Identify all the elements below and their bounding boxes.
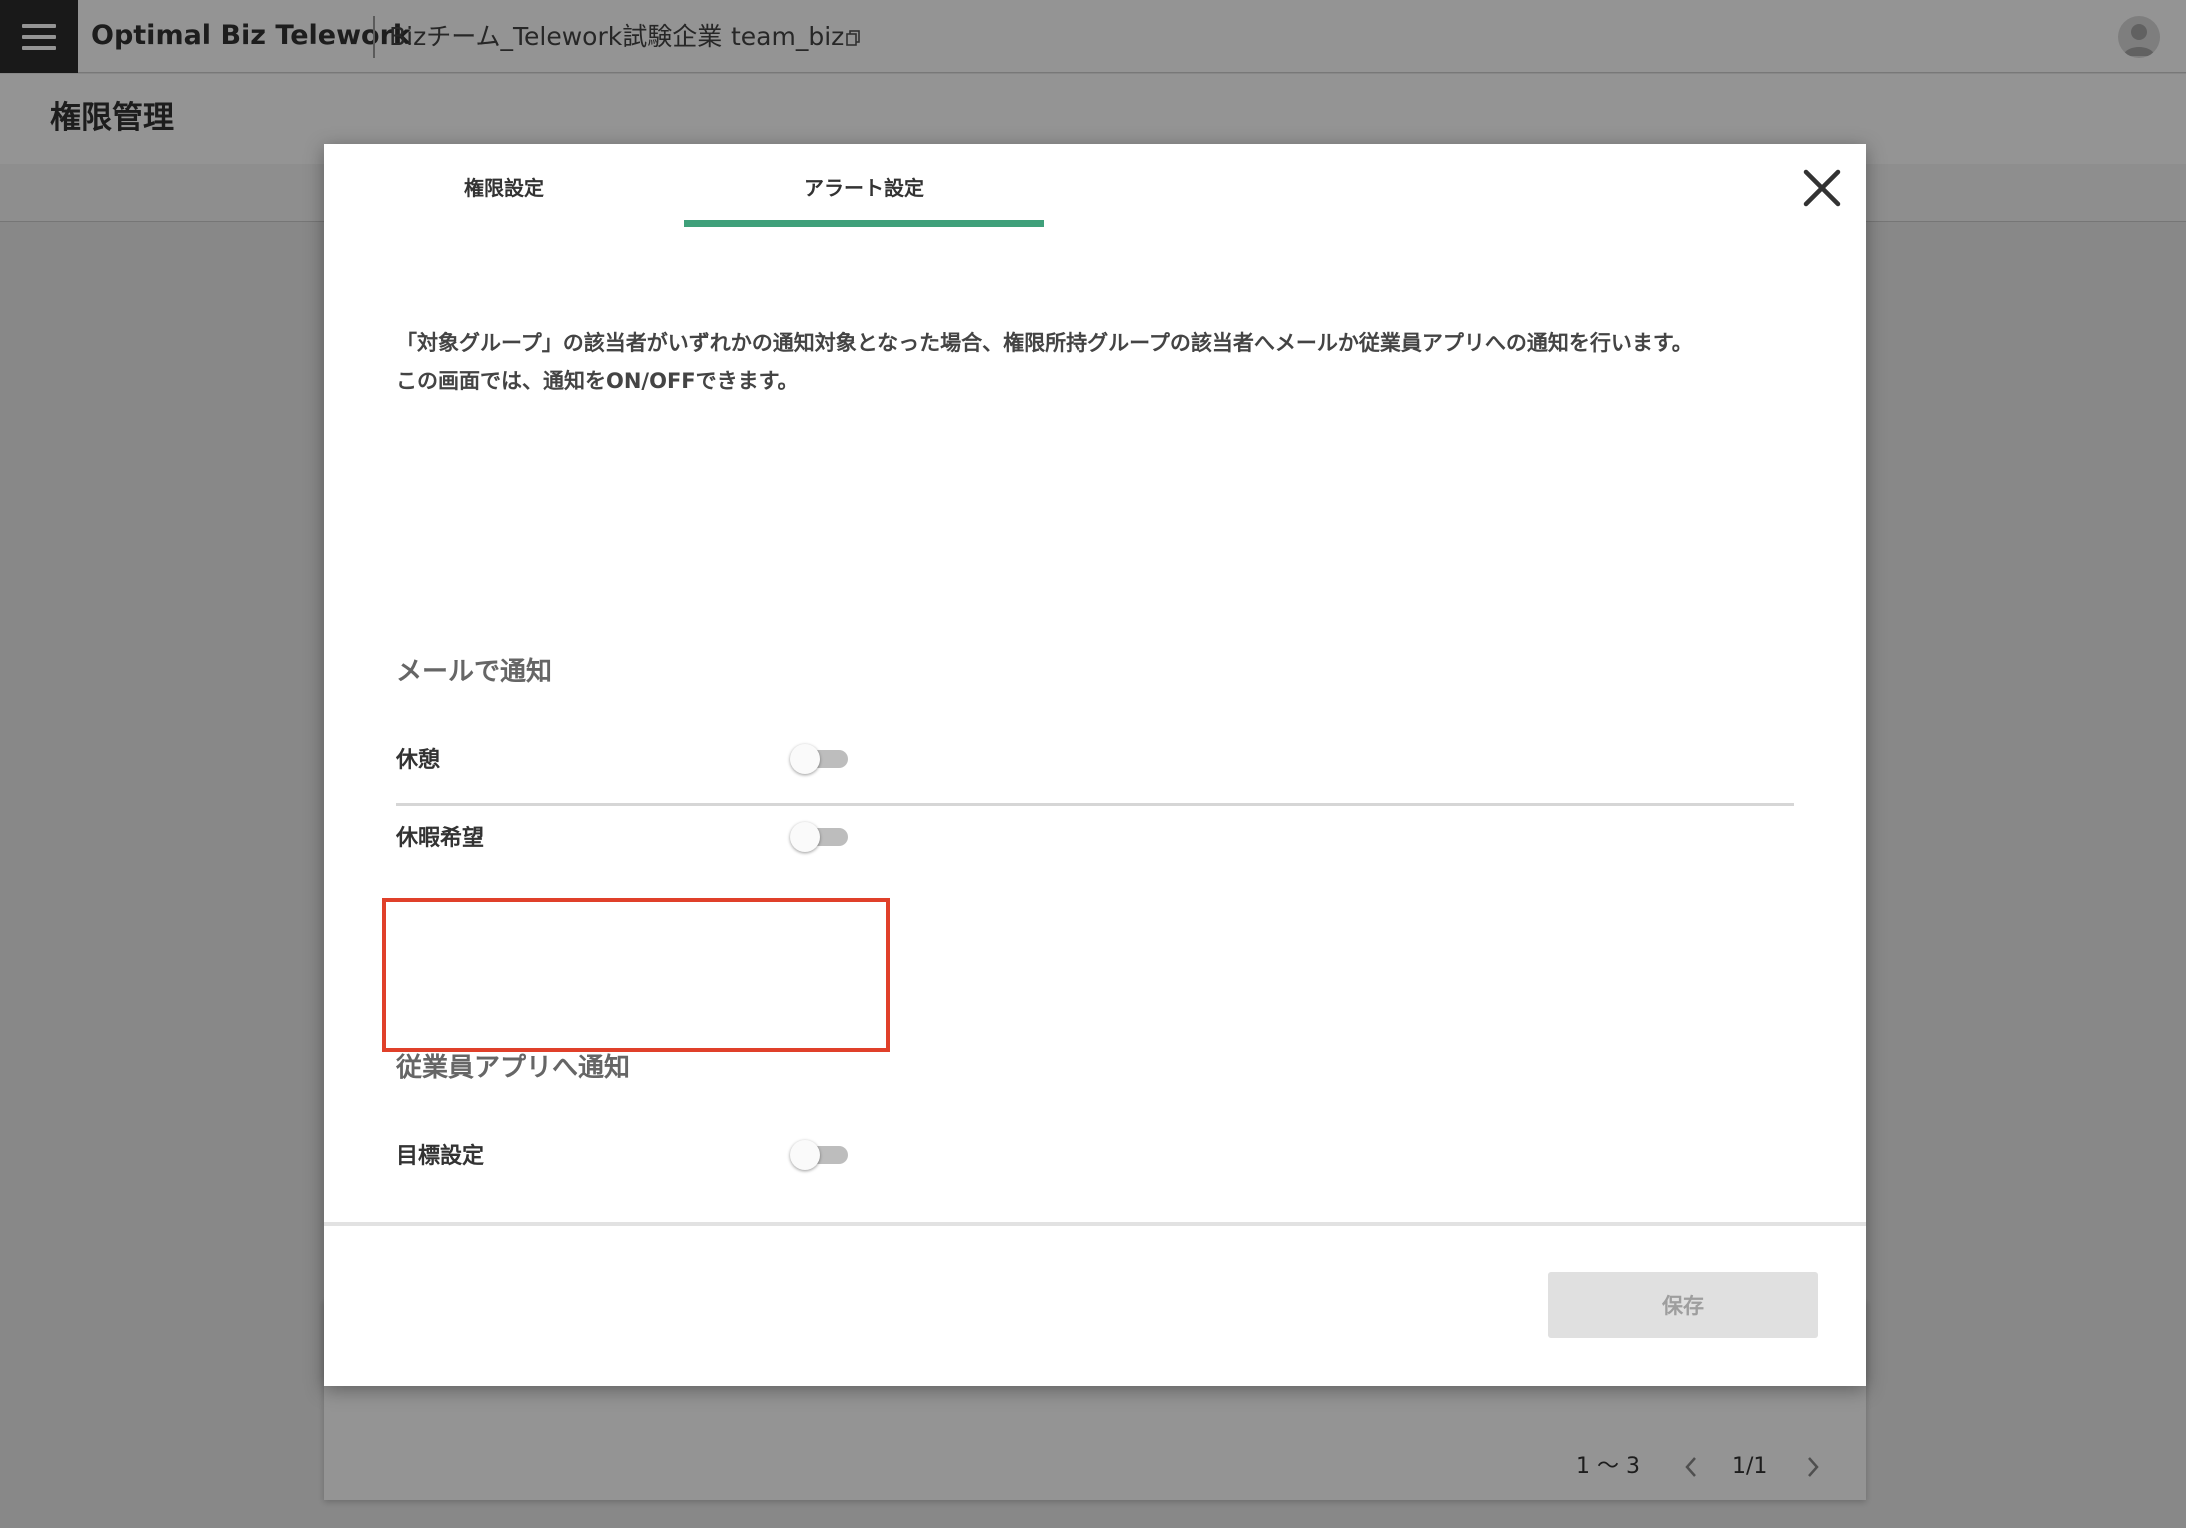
toggle-goal-setting-app[interactable] xyxy=(790,1138,848,1172)
toggle-vacation-request-mail[interactable] xyxy=(790,820,848,854)
section-divider xyxy=(396,803,1794,806)
highlight-box xyxy=(382,898,890,1052)
toggle-knob xyxy=(790,744,820,774)
description-line-1: 「対象グループ」の該当者がいずれかの通知対象となった場合、権限所持グループの該当… xyxy=(396,331,1693,355)
alert-settings-modal: 権限設定 アラート設定 「対象グループ」の該当者がいずれかの通知対象となった場合… xyxy=(324,144,1866,1386)
footer-divider xyxy=(324,1222,1866,1226)
setting-label-break: 休憩 xyxy=(396,748,441,773)
description-line-2: この画面では、通知をON/OFFできます。 xyxy=(396,369,799,393)
active-tab-indicator xyxy=(684,220,1044,227)
toggle-break-mail[interactable] xyxy=(790,742,848,776)
close-icon[interactable] xyxy=(1798,164,1846,212)
setting-label-goal-setting: 目標設定 xyxy=(396,1144,485,1169)
tab-permission-settings[interactable]: 権限設定 xyxy=(324,144,684,228)
tab-alert-settings[interactable]: アラート設定 xyxy=(684,144,1044,228)
setting-label-vacation-request: 休暇希望 xyxy=(396,826,485,851)
toggle-knob xyxy=(790,1140,820,1170)
employee-app-notification-title: 従業員アプリへ通知 xyxy=(396,1053,631,1083)
toggle-knob xyxy=(790,822,820,852)
save-button[interactable]: 保存 xyxy=(1548,1272,1818,1338)
mail-notification-title: メールで通知 xyxy=(396,657,553,687)
alert-description: 「対象グループ」の該当者がいずれかの通知対象となった場合、権限所持グループの該当… xyxy=(396,324,1816,400)
